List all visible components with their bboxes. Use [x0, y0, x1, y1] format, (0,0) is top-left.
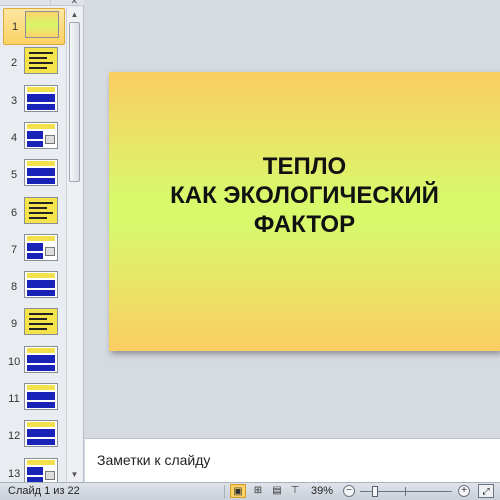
panel-header: ✕	[0, 0, 84, 6]
scroll-up-icon[interactable]: ▲	[67, 8, 82, 22]
slide-thumbnail-item[interactable]: 3	[0, 83, 66, 120]
slide-number: 3	[10, 94, 18, 107]
slides-panel: ✕ 1 2 3 4 5 6 7 8 9 10 11 12 13 ▲ ▼	[0, 0, 84, 482]
reading-view-icon[interactable]: ▤	[269, 484, 285, 498]
slide-thumbnail-image[interactable]	[24, 159, 58, 187]
slide-thumbnail-item[interactable]: 2	[0, 45, 66, 82]
zoom-slider-center-mark	[405, 487, 406, 496]
slide-title-line: КАК ЭКОЛОГИЧЕСКИЙ	[170, 182, 439, 209]
zoom-in-button[interactable]: +	[458, 485, 470, 497]
slide-thumbnail-item[interactable]: 13	[0, 456, 66, 482]
slide-thumbnail-item[interactable]: 8	[0, 269, 66, 306]
slide-number: 6	[10, 206, 18, 219]
scroll-thumb[interactable]	[69, 22, 80, 182]
slide-editing-area: ТЕПЛО КАК ЭКОЛОГИЧЕСКИЙ ФАКТОР	[85, 0, 500, 436]
slide-thumbnail-item[interactable]: 10	[0, 344, 66, 381]
notes-placeholder: Заметки к слайду	[97, 452, 211, 468]
zoom-slider-thumb[interactable]	[372, 486, 378, 497]
slide-thumbnail-image[interactable]	[24, 345, 58, 373]
slide-number: 8	[10, 281, 18, 294]
slide-thumbnail-item[interactable]: 12	[0, 418, 66, 455]
slide-thumbnail-image[interactable]	[24, 420, 58, 448]
slide-number: 7	[10, 243, 18, 256]
normal-view-icon[interactable]: ▣	[230, 484, 246, 498]
slide-thumbnail-image[interactable]	[24, 196, 58, 224]
panel-tab-divider	[50, 0, 51, 6]
slide-thumbnail-image[interactable]	[24, 308, 58, 336]
slide-sorter-icon[interactable]: ⊞	[250, 484, 266, 498]
thumbnail-scrollbar[interactable]: ▲ ▼	[66, 8, 82, 482]
status-divider	[224, 485, 225, 498]
zoom-out-button[interactable]: −	[343, 485, 355, 497]
slide-thumbnail-item[interactable]: 7	[0, 232, 66, 269]
notes-pane[interactable]: Заметки к слайду	[85, 438, 500, 482]
slide-counter: Слайд 1 из 22	[8, 485, 80, 497]
current-slide[interactable]: ТЕПЛО КАК ЭКОЛОГИЧЕСКИЙ ФАКТОР	[109, 72, 500, 351]
slide-title-line: ФАКТОР	[253, 211, 356, 238]
slide-title[interactable]: ТЕПЛО КАК ЭКОЛОГИЧЕСКИЙ ФАКТОР	[109, 152, 500, 239]
slide-thumbnail-item[interactable]: 11	[0, 381, 66, 418]
slide-thumbnail-image[interactable]	[24, 47, 58, 75]
slide-thumbnail-image[interactable]	[24, 233, 58, 261]
slide-number: 12	[8, 430, 21, 443]
slide-thumbnail-item[interactable]: 5	[0, 157, 66, 194]
slide-thumbnail-image[interactable]	[24, 271, 58, 299]
slide-number: 10	[8, 355, 21, 368]
slide-number: 13	[8, 467, 21, 480]
slide-thumbnail-item[interactable]: 6	[0, 195, 66, 232]
close-panel-icon[interactable]: ✕	[70, 0, 78, 6]
slide-number: 5	[10, 169, 18, 182]
slide-thumbnail-image[interactable]	[24, 383, 58, 410]
slide-thumbnail-item[interactable]: 1	[3, 8, 65, 45]
slide-thumbnail-image[interactable]	[24, 121, 58, 149]
slide-thumbnail-image[interactable]	[24, 457, 58, 482]
slide-thumbnail-item[interactable]: 9	[0, 306, 66, 343]
slide-number: 9	[10, 318, 18, 331]
slide-number: 1	[11, 21, 19, 33]
slide-number: 2	[10, 57, 18, 70]
status-bar: Слайд 1 из 22 ▣ ⊞ ▤ ⊤ 39% − + ⤢	[0, 482, 500, 500]
scroll-down-icon[interactable]: ▼	[67, 468, 82, 482]
slide-thumbnail-item[interactable]: 4	[0, 120, 66, 157]
slide-thumbnail-image[interactable]	[24, 84, 58, 112]
slide-thumbnail-image[interactable]	[25, 11, 59, 38]
slideshow-icon[interactable]: ⊤	[287, 484, 303, 498]
zoom-level[interactable]: 39%	[311, 485, 333, 497]
slide-number: 11	[8, 393, 20, 405]
slide-title-line: ТЕПЛО	[262, 153, 347, 180]
slide-number: 4	[10, 131, 18, 144]
fit-to-window-icon[interactable]: ⤢	[478, 484, 494, 498]
slide-thumbnail-list: 1 2 3 4 5 6 7 8 9 10 11 12 13	[0, 8, 66, 482]
